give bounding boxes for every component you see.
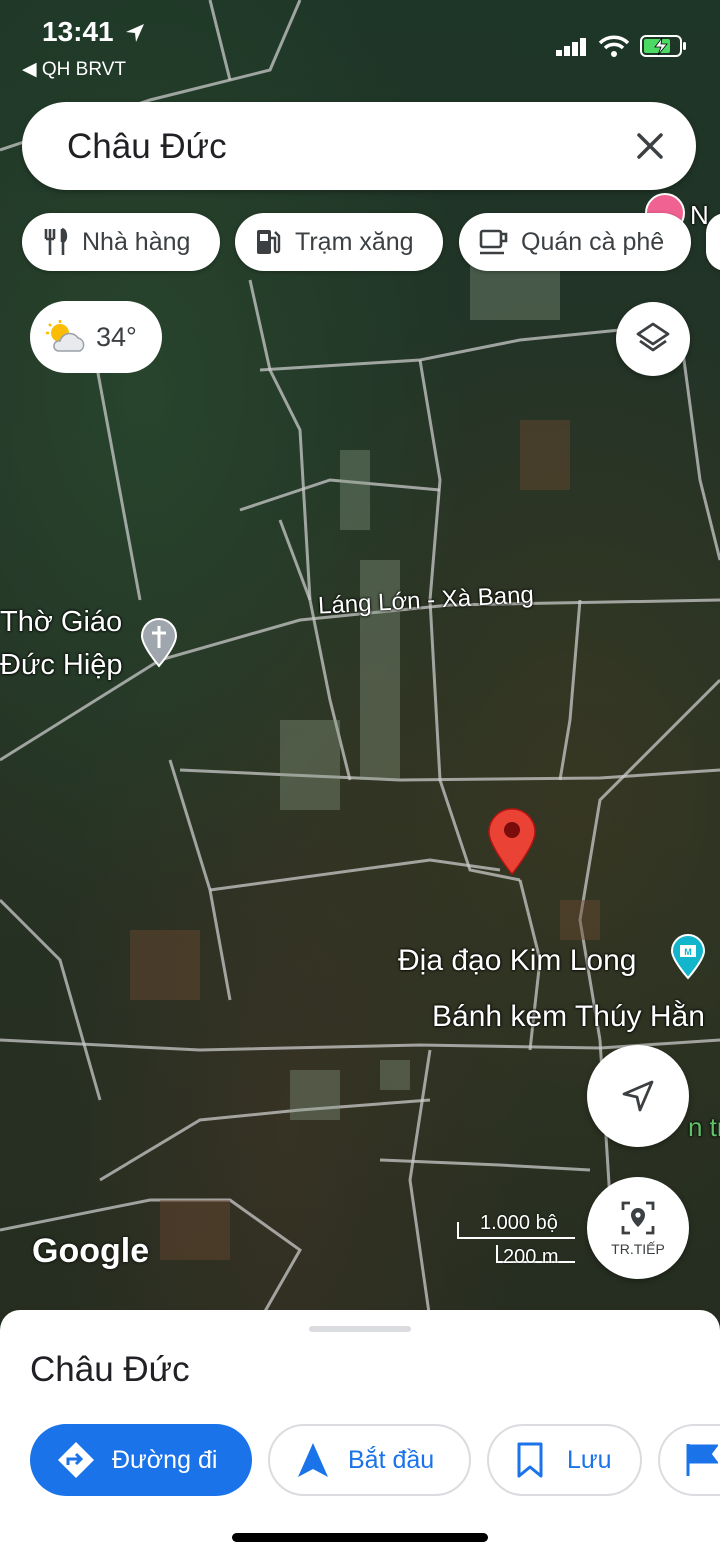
restaurant-icon bbox=[44, 227, 68, 255]
scale-feet-label: 1.000 bộ bbox=[480, 1212, 558, 1234]
layers-button[interactable] bbox=[616, 302, 690, 376]
start-button[interactable]: Bắt đầu bbox=[268, 1424, 471, 1496]
place-title: Châu Đức bbox=[30, 1350, 190, 1389]
weather-badge[interactable]: 34° bbox=[30, 301, 162, 373]
status-time: 13:41 bbox=[42, 16, 114, 47]
search-query[interactable]: Châu Đức bbox=[67, 127, 227, 167]
live-view-label: TR.TIẾP bbox=[611, 1241, 665, 1257]
gas-station-icon bbox=[257, 230, 281, 254]
poi-kimlong-label[interactable]: Địa đạo Kim Long bbox=[398, 944, 636, 978]
label-button[interactable] bbox=[658, 1424, 720, 1496]
my-location-button[interactable] bbox=[587, 1045, 689, 1147]
status-bar: 13:41 ◀ QH BRVT bbox=[0, 0, 720, 90]
signal-icon bbox=[556, 38, 586, 56]
chip-coffee[interactable]: Quán cà phê bbox=[459, 213, 691, 271]
chip-coffee-label: Quán cà phê bbox=[521, 227, 665, 256]
layers-icon bbox=[636, 322, 670, 352]
poi-church-label-2[interactable]: Đức Hiệp bbox=[0, 649, 123, 682]
location-arrow-icon bbox=[126, 24, 144, 42]
directions-button[interactable]: Đường đi bbox=[30, 1424, 252, 1496]
sheet-handle[interactable] bbox=[309, 1326, 411, 1332]
directions-icon bbox=[58, 1442, 94, 1478]
search-bar[interactable]: Châu Đức bbox=[22, 102, 696, 190]
flag-icon bbox=[686, 1444, 718, 1476]
partly-sunny-icon bbox=[46, 320, 85, 352]
save-button[interactable]: Lưu bbox=[487, 1424, 642, 1496]
live-view-icon bbox=[621, 1201, 655, 1235]
home-indicator[interactable] bbox=[232, 1533, 488, 1542]
live-view-button[interactable]: TR.TIẾP bbox=[587, 1177, 689, 1279]
wifi-icon bbox=[598, 35, 630, 57]
scale-meter-label: 200 m bbox=[503, 1246, 559, 1268]
bookmark-icon bbox=[517, 1442, 543, 1478]
google-logo: Google bbox=[32, 1232, 150, 1270]
poi-church-label-1[interactable]: Thờ Giáo bbox=[0, 606, 122, 639]
save-label: Lưu bbox=[567, 1445, 612, 1474]
navigation-start-icon bbox=[298, 1443, 328, 1477]
back-to-app[interactable]: ◀ QH BRVT bbox=[22, 58, 126, 81]
battery-charging-icon bbox=[640, 35, 686, 57]
poi-bakery-label[interactable]: Bánh kem Thúy Hằn bbox=[432, 1000, 705, 1034]
coffee-icon bbox=[479, 229, 508, 255]
directions-label: Đường đi bbox=[112, 1445, 218, 1474]
chip-restaurants[interactable]: Nhà hàng bbox=[22, 213, 220, 271]
place-sheet[interactable]: Châu Đức Đường đi Bắt đầu Lưu bbox=[0, 1310, 720, 1557]
poi-partial-right[interactable]: n tr bbox=[688, 1112, 720, 1143]
weather-temp: 34° bbox=[96, 321, 137, 352]
close-icon[interactable] bbox=[630, 126, 670, 166]
start-label: Bắt đầu bbox=[348, 1445, 435, 1474]
navigation-arrow-icon bbox=[622, 1080, 654, 1112]
svg-text:M: M bbox=[684, 947, 692, 957]
chip-restaurants-label: Nhà hàng bbox=[82, 227, 191, 256]
chip-gas-stations-label: Trạm xăng bbox=[295, 227, 414, 256]
chip-gas-stations[interactable]: Trạm xăng bbox=[235, 213, 443, 271]
